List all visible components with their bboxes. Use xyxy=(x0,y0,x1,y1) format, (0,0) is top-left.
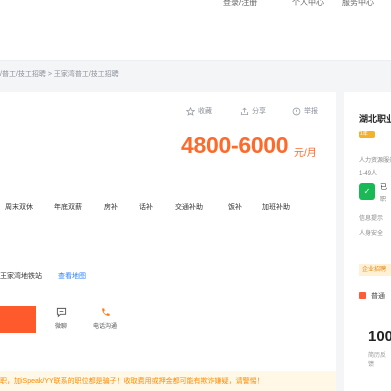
apply-button[interactable] xyxy=(0,306,36,333)
salary-unit: 元/月 xyxy=(294,148,317,159)
collect-button[interactable]: 收藏 xyxy=(186,106,212,116)
chat-icon xyxy=(56,307,66,318)
share-label: 分享 xyxy=(252,108,266,115)
fraud-warning: 职，加iSpeak/YY联系的职位都是骗子！收取费用或押金都可能有欺诈嫌疑，请警… xyxy=(0,371,336,391)
phone-label: 电话沟通 xyxy=(92,324,117,330)
feedback-rate: 100 xyxy=(368,328,391,345)
benefit-tag: 饭补 xyxy=(228,204,242,211)
verified-icon: ✓ xyxy=(359,183,375,200)
feedback-label: 简历反馈 xyxy=(368,353,387,368)
report-icon xyxy=(292,107,301,115)
share-button[interactable]: 分享 xyxy=(240,106,266,116)
service-center-link[interactable]: 服务中心 xyxy=(342,0,374,8)
benefit-tag: 话补 xyxy=(139,204,153,211)
header-strip xyxy=(0,8,391,61)
share-icon xyxy=(240,107,249,115)
company-tag: 企业招聘 xyxy=(359,264,391,276)
login-register-link[interactable]: 登录/注册 xyxy=(223,0,257,8)
breadcrumb[interactable]: /普工/技工招聘 > 王家湾普工/技工招聘 xyxy=(0,69,119,79)
verified-label: 已 xyxy=(380,184,387,191)
report-label: 举报 xyxy=(304,108,318,115)
verified-sub: 职 xyxy=(380,197,387,203)
info-notice: 信息提示 xyxy=(359,216,384,222)
follow-icon xyxy=(359,292,366,299)
company-name[interactable]: 湖北职业 xyxy=(359,112,391,125)
benefit-tag: 交通补助 xyxy=(175,204,203,211)
benefit-tag: 周末双休 xyxy=(5,204,33,211)
metro-station: 王家湾地铁站 xyxy=(0,273,42,280)
collect-label: 收藏 xyxy=(198,108,212,115)
company-industry: 人力资源服务 xyxy=(359,158,391,164)
report-button[interactable]: 举报 xyxy=(292,106,318,116)
top-nav-bar: 登录/注册 个人中心 服务中心 xyxy=(0,0,391,8)
identity-notice: 人身安全 xyxy=(359,231,384,237)
follow-label: 普通 xyxy=(371,293,385,300)
benefit-tag: 年底双薪 xyxy=(54,204,82,211)
member-badge: 1年 xyxy=(359,131,375,138)
star-icon xyxy=(186,106,195,116)
company-size: 1-49人 xyxy=(359,171,378,177)
chat-label: 微聊 xyxy=(54,324,67,330)
phone-button[interactable]: 电话沟通 xyxy=(85,307,125,330)
salary-range: 4800-6000 xyxy=(181,132,289,158)
chat-button[interactable]: 微聊 xyxy=(41,307,81,330)
benefit-tag: 加班补助 xyxy=(262,204,290,211)
personal-center-link[interactable]: 个人中心 xyxy=(292,0,324,8)
benefit-tag: 房补 xyxy=(104,204,118,211)
view-map-link[interactable]: 查看地图 xyxy=(58,271,86,281)
phone-icon xyxy=(101,308,110,316)
